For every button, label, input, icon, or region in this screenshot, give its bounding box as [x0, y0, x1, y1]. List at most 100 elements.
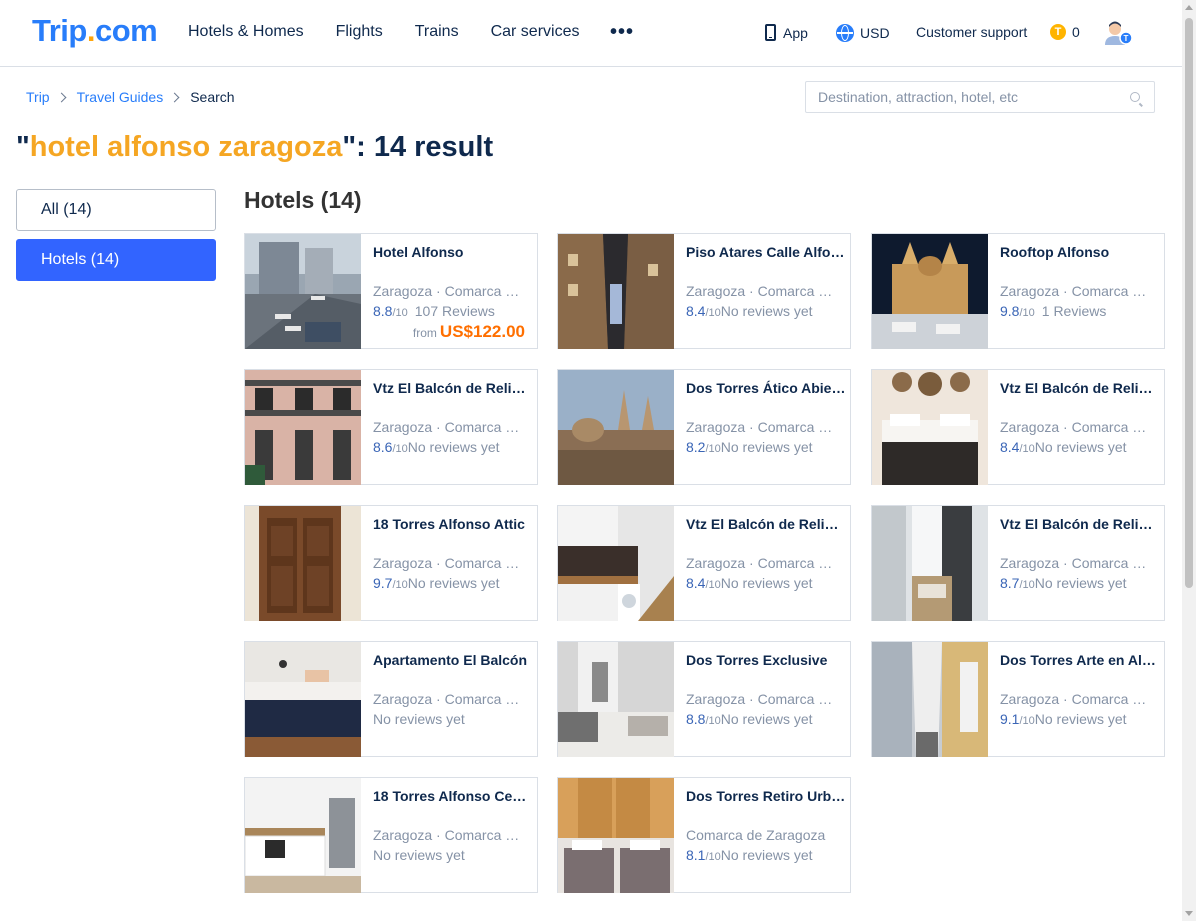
filter-hotels[interactable]: Hotels (14) — [16, 239, 216, 281]
rating-scale: /10 — [1019, 579, 1035, 591]
logo-suffix: com — [94, 13, 158, 48]
review-count: No reviews yet — [373, 847, 465, 863]
hotel-name: Vtz El Balcón de Religiosas — [1000, 380, 1160, 396]
hotel-photo — [558, 506, 674, 621]
hotel-location: Zaragoza · Comarca de Zaragoza — [1000, 555, 1150, 571]
coin-count: 0 — [1072, 24, 1080, 40]
logo-dot: . — [86, 13, 96, 48]
hotel-location: Zaragoza · Comarca de Zaragoza — [373, 419, 523, 435]
hotel-card[interactable]: Vtz El Balcón de Religiosas Zaragoza · C… — [244, 369, 538, 485]
search-keyword: hotel alfonso zaragoza — [29, 131, 343, 163]
hotel-name: Vtz El Balcón de Religiosas — [686, 516, 846, 532]
review-count: No reviews yet — [373, 711, 465, 727]
hotel-name: 18 Torres Alfonso Attic — [373, 516, 525, 532]
hotel-location: Zaragoza · Comarca de Zaragoza — [686, 283, 836, 299]
hotel-photo — [245, 642, 361, 757]
search-icon[interactable] — [1130, 92, 1140, 102]
hotel-location: Zaragoza · Comarca de Zaragoza — [1000, 283, 1150, 299]
hotel-photo — [558, 778, 674, 893]
review-count: No reviews yet — [407, 575, 500, 591]
nav-trains[interactable]: Trains — [415, 23, 459, 41]
price-prefix: from — [412, 326, 437, 340]
scroll-down-arrow-icon[interactable] — [1185, 911, 1193, 916]
page-scrollbar[interactable] — [1182, 0, 1196, 921]
review-count: No reviews yet — [1034, 711, 1127, 727]
hotel-card[interactable]: Vtz El Balcón de Religiosas Zaragoza · C… — [871, 369, 1165, 485]
title-quote: " — [16, 131, 30, 163]
hotel-location: Zaragoza · Comarca de Zaragoza — [373, 555, 523, 571]
customer-support-label: Customer support — [916, 24, 1028, 40]
rating-score: 8.7 — [1000, 575, 1020, 591]
search-box — [805, 81, 1155, 113]
app-link[interactable]: App — [765, 24, 808, 41]
search-input[interactable] — [806, 82, 1106, 112]
nav-flights[interactable]: Flights — [336, 23, 383, 41]
hotel-name: Dos Torres Ático Abierto — [686, 380, 846, 396]
hotel-card[interactable]: Apartamento El Balcón Zaragoza · Comarca… — [244, 641, 538, 757]
breadcrumb-travel-guides[interactable]: Travel Guides — [77, 89, 164, 105]
hotel-card[interactable]: Dos Torres Ático Abierto Zaragoza · Coma… — [557, 369, 851, 485]
rating-scale: /10 — [392, 307, 408, 319]
scroll-thumb[interactable] — [1185, 18, 1193, 588]
hotel-location: Zaragoza · Comarca de Zaragoza — [686, 419, 836, 435]
scroll-up-arrow-icon[interactable] — [1185, 5, 1193, 10]
hotel-photo — [245, 370, 361, 485]
hotel-card[interactable]: Vtz El Balcón de Religiosas Zaragoza · C… — [871, 505, 1165, 621]
hotel-card[interactable]: Rooftop Alfonso Zaragoza · Comarca de Za… — [871, 233, 1165, 349]
hotel-photo — [872, 642, 988, 757]
breadcrumb: Trip Travel Guides Search — [26, 89, 235, 105]
hotel-rating: 8.8/10No reviews yet — [686, 711, 846, 727]
more-menu-icon[interactable]: ••• — [610, 21, 634, 44]
customer-support-link[interactable]: Customer support — [916, 24, 1027, 40]
review-count: No reviews yet — [720, 711, 813, 727]
hotel-card[interactable]: 18 Torres Alfonso Centro Zaragoza · Coma… — [244, 777, 538, 893]
breadcrumb-trip[interactable]: Trip — [26, 89, 50, 105]
hotel-rating: No reviews yet — [373, 711, 533, 727]
rating-scale: /10 — [705, 443, 721, 455]
rating-score: 8.4 — [1000, 439, 1020, 455]
hotel-location: Zaragoza · Comarca de Zaragoza — [373, 691, 523, 707]
hotel-card[interactable]: Vtz El Balcón de Religiosas Zaragoza · C… — [557, 505, 851, 621]
hotel-card[interactable]: Hotel Alfonso Zaragoza · Comarca de Zara… — [244, 233, 538, 349]
user-avatar-icon[interactable]: T — [1104, 21, 1134, 47]
rating-score: 8.4 — [686, 303, 706, 319]
coin-icon: T — [1050, 24, 1066, 40]
review-count: No reviews yet — [720, 439, 813, 455]
filter-all[interactable]: All (14) — [16, 189, 216, 231]
hotel-rating: 9.8/10 1 Reviews — [1000, 303, 1160, 319]
trip-logo[interactable]: Trip.com — [32, 13, 158, 49]
hotel-card[interactable]: 18 Torres Alfonso Attic Zaragoza · Comar… — [244, 505, 538, 621]
hotel-name: Dos Torres Exclusive — [686, 652, 828, 668]
hotel-card[interactable]: Dos Torres Retiro Urbano Comarca de Zara… — [557, 777, 851, 893]
hotel-card[interactable]: Dos Torres Exclusive Zaragoza · Comarca … — [557, 641, 851, 757]
hotel-photo — [872, 370, 988, 485]
hotel-rating: 9.7/10No reviews yet — [373, 575, 533, 591]
rating-score: 8.2 — [686, 439, 706, 455]
top-header: Trip.com Hotels & Homes Flights Trains C… — [0, 0, 1182, 67]
hotel-location: Zaragoza · Comarca de Zaragoza — [686, 555, 836, 571]
hotel-price: from US$122.00 — [413, 322, 525, 342]
globe-icon — [836, 24, 854, 42]
rating-score: 9.7 — [373, 575, 393, 591]
rating-scale: /10 — [392, 443, 408, 455]
nav-car-services[interactable]: Car services — [491, 23, 580, 41]
hotel-name: Vtz El Balcón de Religiosas — [1000, 516, 1160, 532]
nav-hotels-homes[interactable]: Hotels & Homes — [188, 23, 304, 41]
breadcrumb-current: Search — [190, 89, 235, 105]
currency-selector[interactable]: USD — [836, 24, 890, 42]
hotel-location: Zaragoza · Comarca de Zaragoza — [373, 283, 523, 299]
hotel-name: Vtz El Balcón de Religiosas — [373, 380, 533, 396]
hotel-rating: 9.1/10No reviews yet — [1000, 711, 1160, 727]
rating-scale: /10 — [1019, 443, 1035, 455]
chevron-right-icon — [56, 92, 67, 102]
hotel-location: Zaragoza · Comarca de Zaragoza — [1000, 419, 1150, 435]
hotel-location: Zaragoza · Comarca de Zaragoza — [1000, 691, 1150, 707]
rating-score: 8.6 — [373, 439, 393, 455]
hotel-card[interactable]: Piso Atares Calle Alfonso Zaragoza · Com… — [557, 233, 851, 349]
main-nav: Hotels & Homes Flights Trains Car servic… — [188, 23, 611, 41]
hotel-name: Hotel Alfonso — [373, 244, 464, 260]
hotel-card[interactable]: Dos Torres Arte en Alfonso Zaragoza · Co… — [871, 641, 1165, 757]
hotel-photo — [245, 234, 361, 349]
review-count: No reviews yet — [1034, 439, 1127, 455]
trip-coins[interactable]: T 0 — [1050, 24, 1080, 40]
